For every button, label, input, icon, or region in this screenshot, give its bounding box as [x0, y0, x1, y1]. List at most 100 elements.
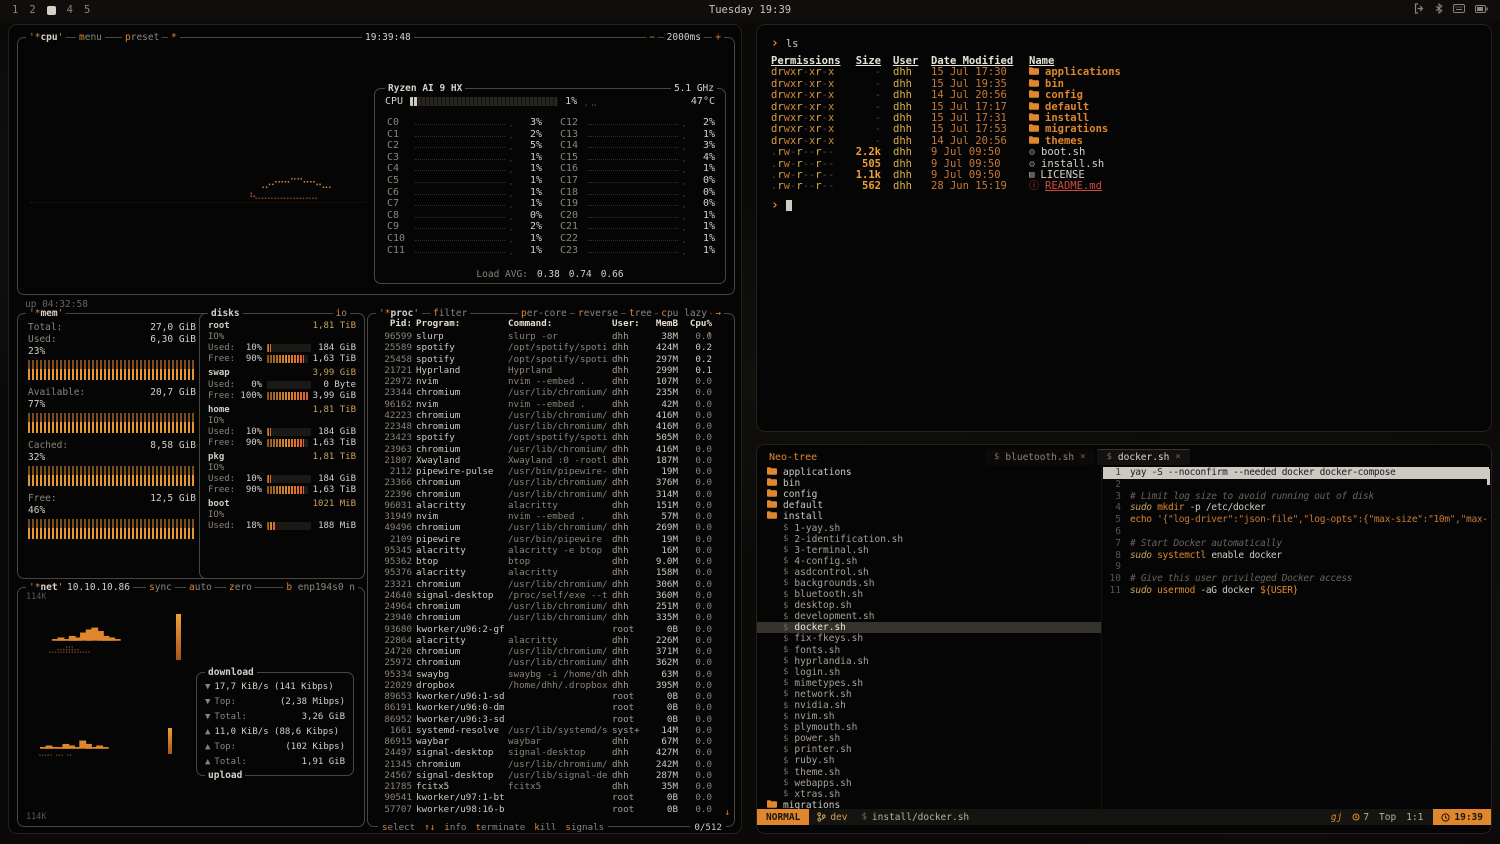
net-sync-button[interactable]: sync [146, 581, 175, 594]
tree-file-item[interactable]: $4-config.sh [757, 556, 1101, 567]
preset-star[interactable]: * [168, 31, 180, 44]
process-row[interactable]: 2109pipewire/usr/bin/pipewiredhh19M0.0 [376, 534, 726, 545]
process-row[interactable]: 86191kworker/u96:0-dmroot0B0.0 [376, 702, 726, 713]
terminal-window[interactable]: › ls PermissionsSizeUserDate ModifiedNam… [756, 24, 1492, 432]
tree-folder-item[interactable]: default [757, 500, 1101, 511]
process-row[interactable]: 23366chromium/usr/lib/chromium/dhh376M0.… [376, 477, 726, 488]
logout-icon[interactable] [1414, 3, 1425, 17]
tree-file-item[interactable]: $ruby.sh [757, 755, 1101, 766]
editor-line[interactable]: 5echo '{"log-driver":"json-file","log-op… [1103, 514, 1489, 526]
tree-file-item[interactable]: $hyprlandia.sh [757, 656, 1101, 667]
prompt-line-2[interactable]: › [771, 199, 1477, 213]
select-button[interactable]: select [382, 822, 415, 833]
tree-file-item[interactable]: $printer.sh [757, 744, 1101, 755]
tree-folder-item[interactable]: applications [757, 467, 1101, 478]
editor-line[interactable]: 3# Limit log size to avoid running out o… [1103, 491, 1489, 503]
editor-line[interactable]: 8sudo systemctl enable docker [1103, 550, 1489, 562]
process-row[interactable]: 22864alacrittyalacrittydhh226M0.0 [376, 635, 726, 646]
editor-line[interactable]: 7# Start Docker automatically [1103, 538, 1489, 550]
editor-line[interactable]: 9 [1103, 561, 1489, 573]
process-row[interactable]: 96031alacrittyalacrittydhh151M0.0 [376, 500, 726, 511]
process-row[interactable]: 25972chromium/usr/lib/chromium/dhh362M0.… [376, 657, 726, 668]
process-row[interactable]: 24640signal-desktop/proc/self/exe --tdhh… [376, 590, 726, 601]
neovim-window[interactable]: Neo-tree $bluetooth.sh×$docker.sh× appli… [756, 444, 1492, 834]
editor-scrollbar[interactable] [1487, 469, 1490, 485]
editor-line[interactable]: 10# Give this user privileged Docker acc… [1103, 573, 1489, 585]
process-row[interactable]: 22972nvimnvim --embed .dhh107M0.0 [376, 376, 726, 387]
file-tree[interactable]: applicationsbinconfigdefaultinstall$1-ya… [757, 467, 1101, 811]
process-row[interactable]: 96162nvimnvim --embed .dhh42M0.0 [376, 399, 726, 410]
process-row[interactable]: 57707kworker/u98:16-broot0B0.0 [376, 804, 726, 815]
interval-plus-button[interactable]: + [712, 31, 724, 44]
process-row[interactable]: 90541kworker/u97:1-btroot0B0.0 [376, 792, 726, 803]
process-row[interactable]: 24567signal-desktop/usr/lib/signal-dedhh… [376, 770, 726, 781]
editor-line[interactable]: 2 [1103, 479, 1489, 491]
process-row[interactable]: 86915waybarwaybardhh67M0.0 [376, 736, 726, 747]
tree-file-item[interactable]: $power.sh [757, 733, 1101, 744]
net-interface-button[interactable]: b enp194s0 n [283, 581, 358, 594]
tree-file-item[interactable]: $backgrounds.sh [757, 578, 1101, 589]
process-row[interactable]: 1661systemd-resolve/usr/lib/systemd/ssys… [376, 725, 726, 736]
cpu-box-title[interactable]: cpu [26, 31, 66, 44]
tree-file-item[interactable]: $nvim.sh [757, 711, 1101, 722]
tree-folder-item[interactable]: config [757, 489, 1101, 500]
process-row[interactable]: 22029dropbox/home/dhh/.dropboxdhh395M0.0 [376, 680, 726, 691]
process-row[interactable]: 23963chromium/usr/lib/chromium/dhh416M0.… [376, 444, 726, 455]
kill-button[interactable]: kill [534, 822, 556, 833]
process-row[interactable]: 24497signal-desktopsignal-desktopdhh427M… [376, 747, 726, 758]
process-row[interactable]: 95362btopbtopdhh9.0M0.0 [376, 556, 726, 567]
tree-file-item[interactable]: $webapps.sh [757, 778, 1101, 789]
process-row[interactable]: 21721HyprlandHyprlanddhh299M0.1 [376, 365, 726, 376]
info-button[interactable]: info [444, 822, 466, 833]
tree-file-item[interactable]: $network.sh [757, 689, 1101, 700]
process-row[interactable]: 21807XwaylandXwayland :0 -rootldhh187M0.… [376, 455, 726, 466]
tree-file-item[interactable]: $bluetooth.sh [757, 589, 1101, 600]
process-row[interactable]: 95334swaybgswaybg -i /home/dhdhh63M0.0 [376, 669, 726, 680]
signals-button[interactable]: signals [565, 822, 604, 833]
tree-folder-item[interactable]: install [757, 511, 1101, 522]
close-icon[interactable]: × [1175, 452, 1180, 462]
tree-file-item[interactable]: $fix-fkeys.sh [757, 633, 1101, 644]
disks-box-title[interactable]: disks [208, 307, 243, 320]
buffer-tabs[interactable]: $bluetooth.sh×$docker.sh× [985, 449, 1190, 465]
process-row[interactable]: 22396chromium/usr/lib/chromium/dhh314M0.… [376, 489, 726, 500]
tree-file-item[interactable]: $fonts.sh [757, 645, 1101, 656]
tree-file-item[interactable]: $plymouth.sh [757, 722, 1101, 733]
tree-file-item[interactable]: $nvidia.sh [757, 700, 1101, 711]
process-row[interactable]: 24964chromium/usr/lib/chromium/dhh251M0.… [376, 601, 726, 612]
cpu-preset-button[interactable]: preset [122, 31, 162, 44]
tree-file-item[interactable]: $2-identification.sh [757, 534, 1101, 545]
tree-file-item[interactable]: $mimetypes.sh [757, 678, 1101, 689]
process-row[interactable]: 42223chromium/usr/lib/chromium/dhh416M0.… [376, 410, 726, 421]
tree-file-item[interactable]: $asdcontrol.sh [757, 567, 1101, 578]
tree-file-item[interactable]: $login.sh [757, 667, 1101, 678]
keyboard-icon[interactable] [1453, 4, 1465, 16]
buffer-tab[interactable]: $docker.sh× [1097, 449, 1189, 465]
tree-file-item[interactable]: $xtras.sh [757, 789, 1101, 800]
tree-file-item[interactable]: $3-terminal.sh [757, 545, 1101, 556]
process-row[interactable]: 89653kworker/u96:1-sdroot0B0.0 [376, 691, 726, 702]
tree-file-item[interactable]: $desktop.sh [757, 600, 1101, 611]
close-icon[interactable]: × [1080, 452, 1085, 462]
process-row[interactable]: 22348chromium/usr/lib/chromium/dhh416M0.… [376, 421, 726, 432]
process-row[interactable]: 31949nvimnvim --embed .dhh57M0.0 [376, 511, 726, 522]
process-row[interactable]: 96599slurpslurp -ordhh38M0.0 [376, 331, 726, 342]
net-zero-button[interactable]: zero [226, 581, 255, 594]
process-row[interactable]: 86952kworker/u96:3-sdroot0B0.0 [376, 714, 726, 725]
bluetooth-icon[interactable] [1435, 3, 1443, 17]
tree-file-item[interactable]: $1-yay.sh [757, 522, 1101, 533]
process-row[interactable]: 93680kworker/u96:2-gfroot0B0.0 [376, 624, 726, 635]
process-row[interactable]: 49496chromium/usr/lib/chromium/dhh269M0.… [376, 522, 726, 533]
net-auto-button[interactable]: auto [186, 581, 215, 594]
cpu-menu-button[interactable]: menu [76, 31, 105, 44]
process-row[interactable]: 23940chromium/usr/lib/chromium/dhh335M0.… [376, 612, 726, 623]
process-row[interactable]: 25589spotify/opt/spotify/spotidhh424M0.2 [376, 342, 726, 353]
battery-icon[interactable] [1475, 4, 1488, 16]
process-row[interactable]: 23344chromium/usr/lib/chromium/dhh235M0.… [376, 387, 726, 398]
process-row[interactable]: 2112pipewire-pulse/usr/bin/pipewire-dhh1… [376, 466, 726, 477]
editor-line[interactable]: 6 [1103, 526, 1489, 538]
buffer-tab[interactable]: $bluetooth.sh× [985, 449, 1094, 465]
terminate-button[interactable]: terminate [475, 822, 525, 833]
process-row[interactable]: 21345chromium/usr/lib/chromium/dhh242M0.… [376, 759, 726, 770]
process-row[interactable]: 25458spotify/opt/spotify/spotidhh297M0.2 [376, 354, 726, 365]
